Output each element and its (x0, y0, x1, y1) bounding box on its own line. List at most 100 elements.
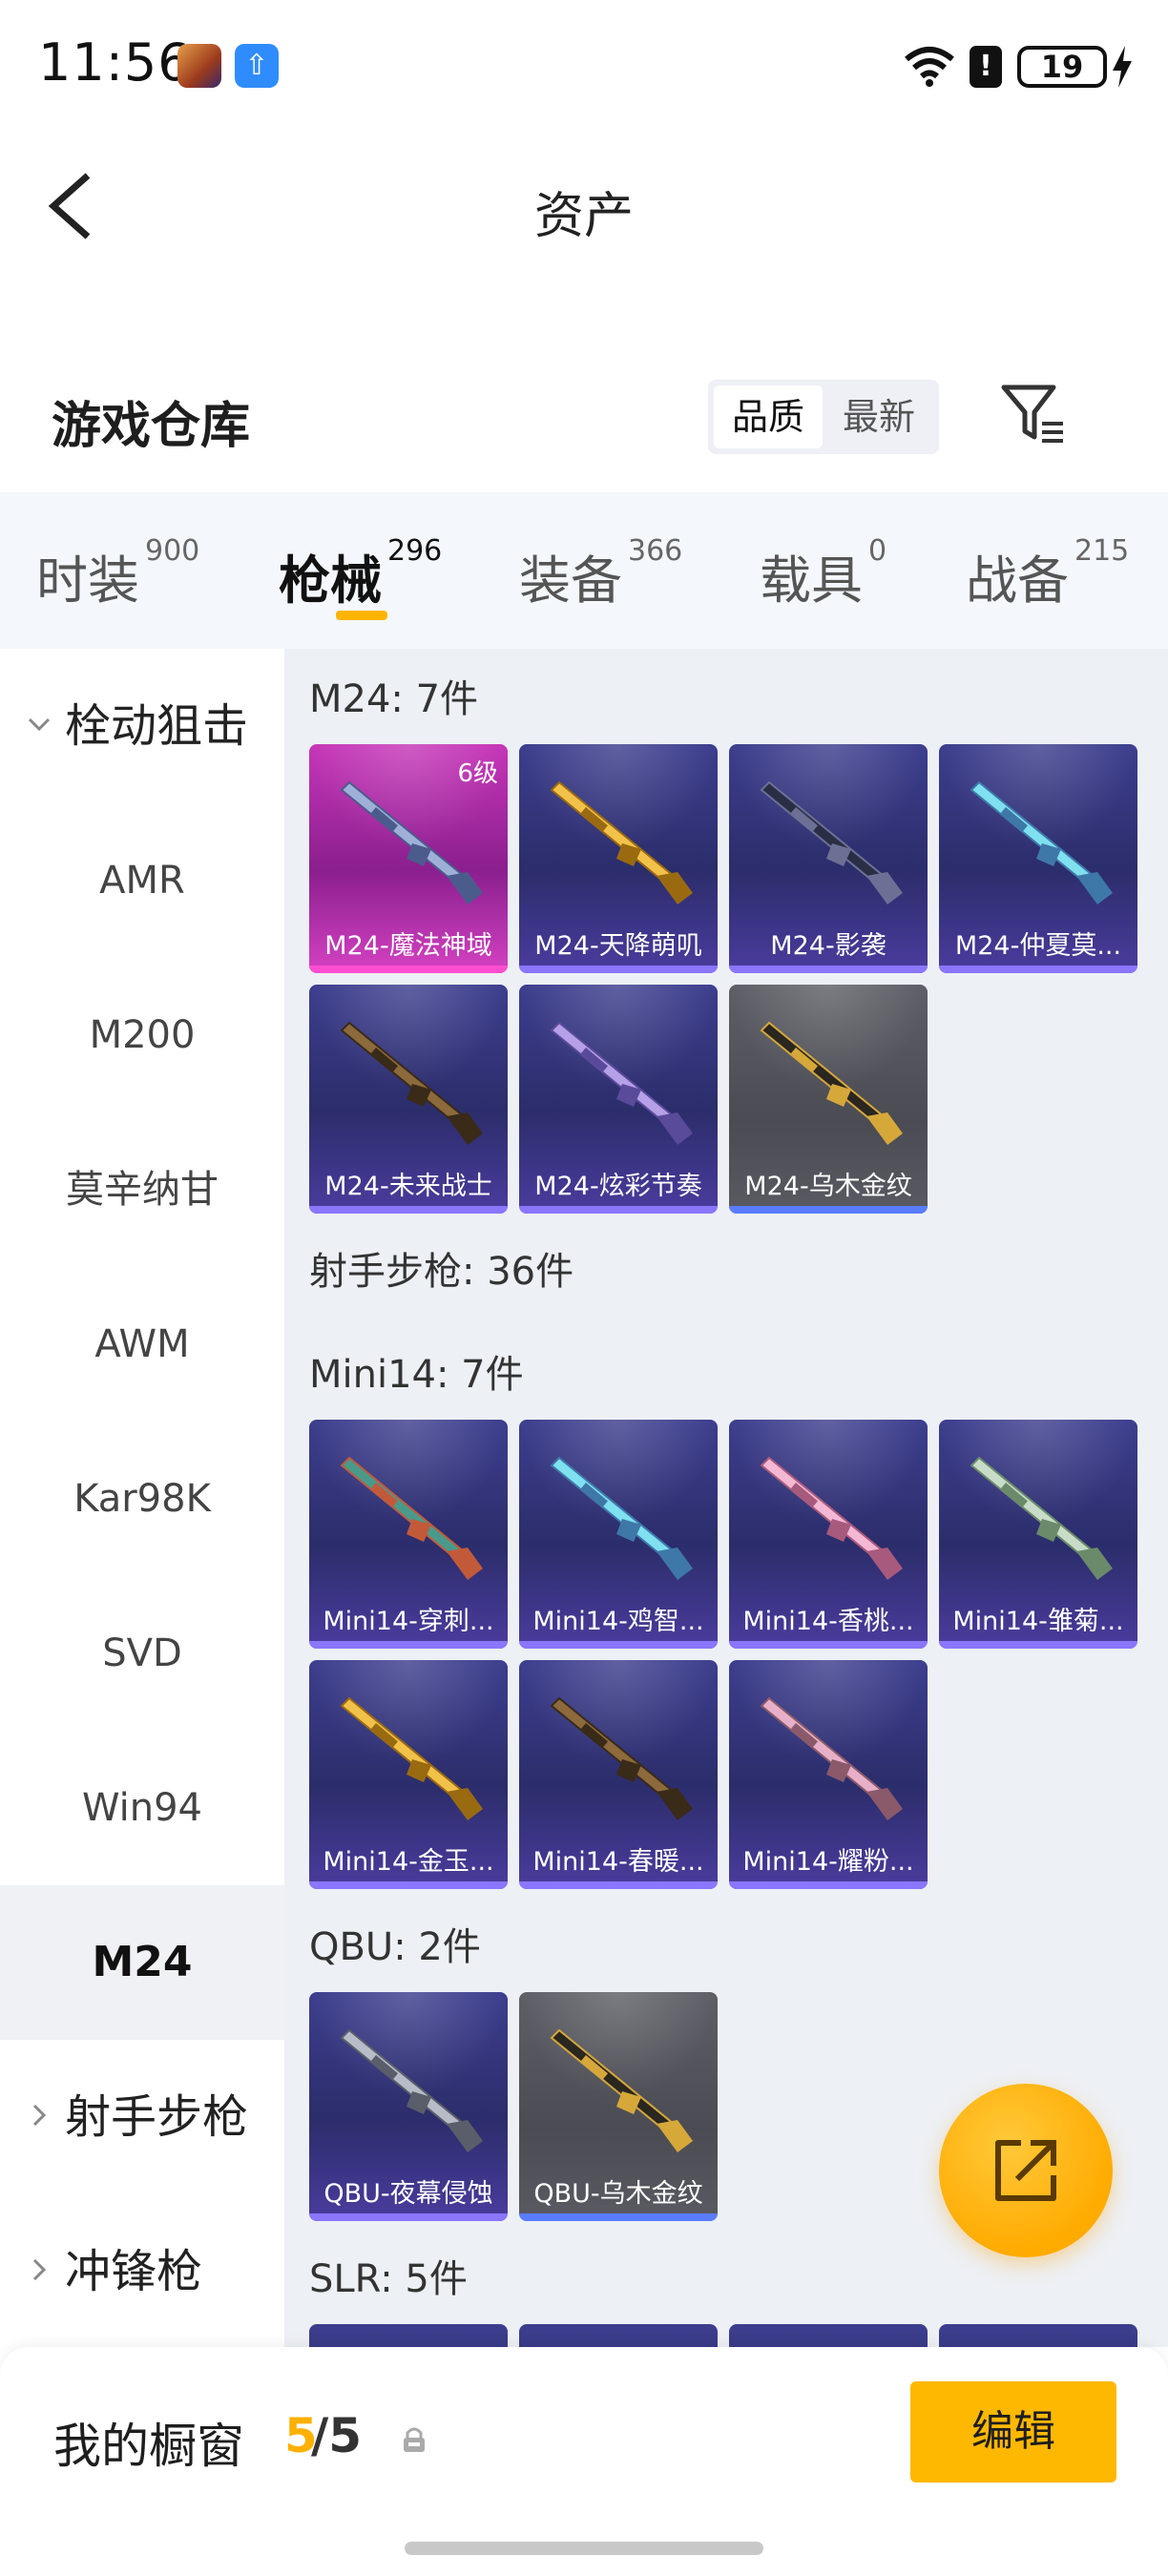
section-title-m24: M24: 7件 (309, 677, 479, 721)
item-name: M24-炫彩节奏 (534, 1172, 702, 1201)
chevron-right-icon (32, 2104, 47, 2127)
item-name: M24-魔法神域 (324, 931, 492, 961)
gun-image (760, 780, 903, 904)
active-tab-indicator (336, 611, 387, 620)
item-name: M24-影袭 (770, 931, 886, 961)
tab-fashion[interactable]: 时装 900 (36, 534, 199, 613)
item-card[interactable]: Mini14-金玉... (309, 1660, 508, 1889)
status-bar: 11:56 ⇧ ! 19 (0, 0, 1168, 134)
item-name: Mini14-香桃... (742, 1607, 914, 1636)
section-title-mini14: Mini14: 7件 (309, 1353, 524, 1397)
category-amr[interactable]: AMR (0, 803, 284, 958)
section-title-slr: SLR: 5件 (309, 2257, 468, 2301)
item-card[interactable]: Mini14-耀粉... (729, 1660, 928, 1889)
gun-image (760, 1696, 903, 1820)
item-name: Mini14-鸡智... (532, 1607, 704, 1636)
home-indicator[interactable] (405, 2542, 763, 2555)
tab-equipment[interactable]: 装备 366 (519, 534, 682, 613)
item-name: Mini14-春暖... (532, 1847, 704, 1877)
share-icon (995, 2140, 1056, 2201)
edit-button[interactable]: 编辑 (910, 2381, 1116, 2483)
weapon-category-list: 栓动狙击 AMR M200 莫辛纳甘 AWM Kar98K SVD Win94 … (0, 649, 284, 2347)
gun-image (550, 1021, 693, 1145)
category-tabs: 时装 900 枪械 296 装备 366 载具 0 战备 215 (0, 492, 1168, 649)
category-mosin[interactable]: 莫辛纳甘 (0, 1112, 284, 1267)
category-smg[interactable]: 冲锋枪 (0, 2194, 284, 2349)
tab-guns[interactable]: 枪械 296 (279, 534, 442, 613)
item-name: M24-天降萌叽 (534, 931, 702, 961)
game-app-icon (177, 44, 221, 88)
sort-toggle: 品质 最新 (708, 380, 939, 454)
item-name: M24-乌木金纹 (744, 1172, 912, 1201)
item-card[interactable]: M24-乌木金纹 (729, 985, 928, 1214)
chevron-right-icon (32, 2258, 47, 2281)
gun-image (340, 1696, 483, 1820)
item-card[interactable]: Mini14-穿刺... (309, 1420, 508, 1649)
warehouse-title: 游戏仓库 (52, 398, 251, 455)
item-card[interactable]: M24-仲夏莫... (939, 744, 1137, 973)
gun-image (550, 1456, 693, 1580)
item-card[interactable]: Mini14-香桃... (729, 1420, 928, 1649)
category-m24[interactable]: M24 (0, 1885, 284, 2040)
category-win94[interactable]: Win94 (0, 1731, 284, 1885)
battery-icon: 19 (1017, 46, 1107, 88)
item-name: QBU-夜幕侵蚀 (323, 2179, 493, 2209)
item-name: Mini14-金玉... (323, 1847, 494, 1877)
gun-image (550, 1696, 693, 1820)
showcase-label: 我的橱窗 (53, 2419, 244, 2474)
item-name: M24-仲夏莫... (954, 931, 1122, 961)
gun-image (340, 780, 483, 904)
category-bolt-action[interactable]: 栓动狙击 (0, 649, 284, 803)
item-card-partial[interactable] (939, 2324, 1137, 2347)
gun-image (760, 1456, 903, 1580)
gun-image (970, 780, 1113, 904)
category-svd[interactable]: SVD (0, 1576, 284, 1731)
section-title-qbu: QBU: 2件 (309, 1925, 481, 1969)
gun-image (340, 1456, 483, 1580)
item-card[interactable]: QBU-乌木金纹 (519, 1992, 718, 2221)
upload-app-icon: ⇧ (235, 44, 279, 88)
gun-image (970, 1456, 1113, 1580)
sort-newest-button[interactable]: 最新 (824, 385, 933, 448)
page-title: 资产 (533, 188, 634, 245)
item-name: M24-未来战士 (324, 1172, 492, 1201)
gun-image (340, 2028, 483, 2152)
tab-vehicles[interactable]: 载具 0 (760, 534, 886, 613)
item-name: QBU-乌木金纹 (533, 2179, 703, 2209)
share-button[interactable] (939, 2084, 1113, 2257)
item-name: Mini14-耀粉... (742, 1847, 914, 1877)
item-card[interactable]: M24-影袭 (729, 744, 928, 973)
tab-supplies[interactable]: 战备 215 (966, 534, 1129, 613)
gun-image (550, 2028, 693, 2152)
category-kar98k[interactable]: Kar98K (0, 1422, 284, 1576)
item-card[interactable]: M24-天降萌叽 (519, 744, 718, 973)
item-card[interactable]: Mini14-雏菊... (939, 1420, 1137, 1649)
charging-icon (1113, 46, 1132, 88)
item-card[interactable]: 6级 M24-魔法神域 (309, 744, 508, 973)
gun-image (340, 1021, 483, 1145)
item-name: Mini14-雏菊... (952, 1607, 1124, 1636)
item-card[interactable]: M24-未来战士 (309, 985, 508, 1214)
item-card-partial[interactable] (729, 2324, 928, 2347)
item-card[interactable]: Mini14-鸡智... (519, 1420, 718, 1649)
lock-icon (404, 2427, 425, 2452)
sort-quality-button[interactable]: 品质 (714, 385, 823, 448)
item-card[interactable]: QBU-夜幕侵蚀 (309, 1992, 508, 2221)
gun-image (760, 1021, 903, 1145)
item-card-partial[interactable] (519, 2324, 718, 2347)
item-card[interactable]: Mini14-春暖... (519, 1660, 718, 1889)
showcase-count-total: /5 (311, 2408, 363, 2463)
showcase-bar: 我的橱窗 5 /5 编辑 (0, 2347, 1168, 2576)
category-awm[interactable]: AWM (0, 1267, 284, 1422)
category-m200[interactable]: M200 (0, 958, 284, 1112)
gun-image (550, 780, 693, 904)
wifi-icon (905, 47, 954, 87)
item-card-partial[interactable] (309, 2324, 508, 2347)
filter-icon[interactable] (998, 382, 1067, 447)
chevron-down-icon (28, 717, 51, 732)
item-card[interactable]: M24-炫彩节奏 (519, 985, 718, 1214)
category-marksman[interactable]: 射手步枪 (0, 2040, 284, 2194)
section-title-marksman: 射手步枪: 36件 (309, 1250, 574, 1294)
status-time: 11:56 (38, 32, 192, 93)
alert-icon: ! (970, 46, 1002, 88)
